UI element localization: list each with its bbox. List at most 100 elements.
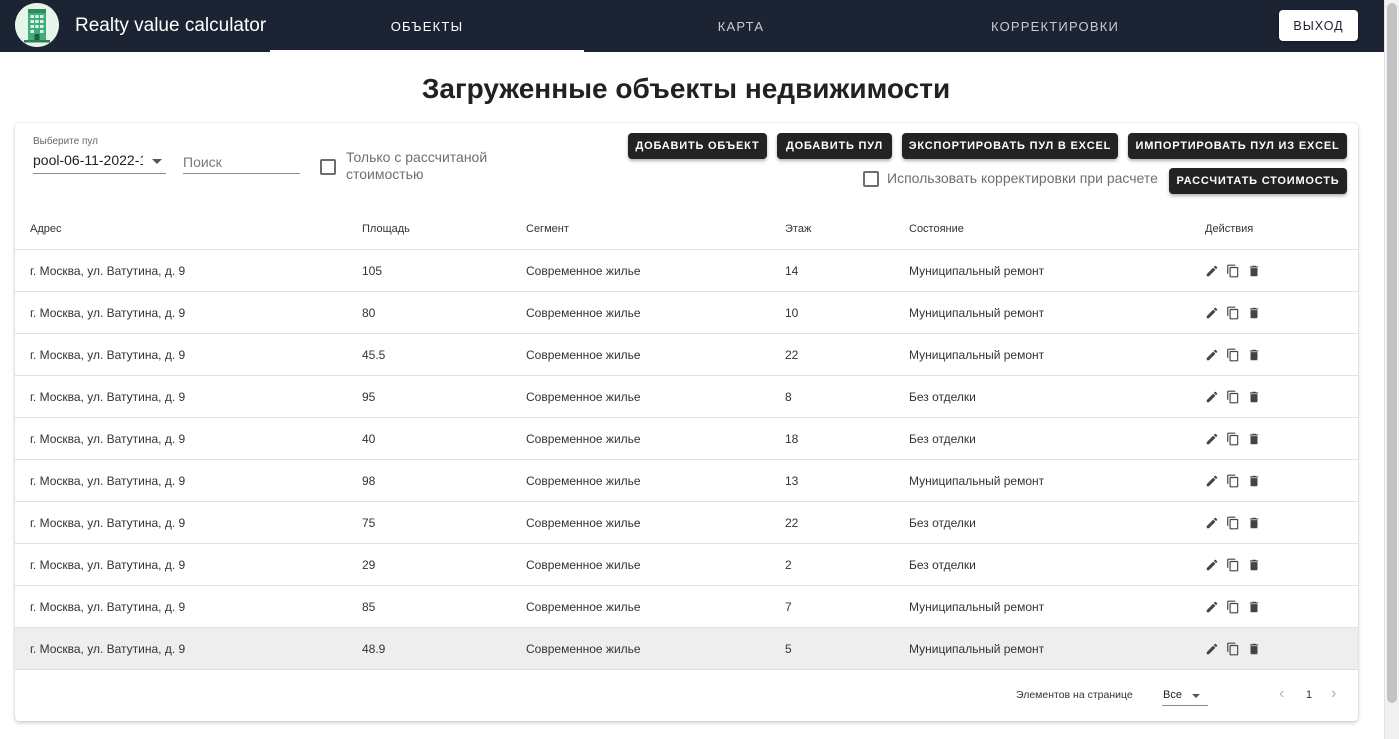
edit-icon[interactable]	[1205, 348, 1219, 362]
page-scrollbar[interactable]	[1384, 0, 1399, 739]
edit-icon[interactable]	[1205, 558, 1219, 572]
table-row[interactable]: г. Москва, ул. Ватутина, д. 9 95 Современн…	[15, 376, 1358, 418]
copy-icon[interactable]	[1226, 306, 1240, 320]
copy-icon[interactable]	[1226, 390, 1240, 404]
delete-icon[interactable]	[1247, 264, 1261, 278]
table-row[interactable]: г. Москва, ул. Ватутина, д. 9 85 Современн…	[15, 586, 1358, 628]
column-header-floor[interactable]: Этаж	[785, 223, 811, 235]
edit-icon[interactable]	[1205, 432, 1219, 446]
search-input[interactable]	[183, 148, 300, 174]
objects-card: Выберите пул pool-06-11-2022-1 Только с …	[15, 123, 1358, 721]
edit-icon[interactable]	[1205, 642, 1219, 656]
table-row[interactable]: г. Москва, ул. Ватутина, д. 9 45.5 Совреме…	[15, 334, 1358, 376]
copy-icon[interactable]	[1226, 264, 1240, 278]
column-header-area[interactable]: Площадь	[362, 223, 410, 235]
add-pool-button[interactable]: ДОБАВИТЬ ПУЛ	[777, 133, 892, 159]
only-calculated-label: Только с рассчитаной стоимостью	[346, 149, 487, 183]
table-row[interactable]: г. Москва, ул. Ватутина, д. 9 98 Современн…	[15, 460, 1358, 502]
row-actions	[1205, 558, 1261, 572]
copy-icon[interactable]	[1226, 516, 1240, 530]
column-header-segment[interactable]: Сегмент	[526, 223, 569, 235]
cell-floor: 5	[785, 642, 792, 656]
delete-icon[interactable]	[1247, 432, 1261, 446]
row-actions	[1205, 600, 1261, 614]
active-tab-indicator	[270, 50, 584, 52]
delete-icon[interactable]	[1247, 558, 1261, 572]
cell-condition: Без отделки	[909, 390, 976, 404]
cell-floor: 22	[785, 348, 799, 362]
column-header-actions: Действия	[1205, 223, 1254, 235]
cell-address: г. Москва, ул. Ватутина, д. 9	[30, 474, 186, 488]
cell-address: г. Москва, ул. Ватутина, д. 9	[30, 642, 186, 656]
copy-icon[interactable]	[1226, 348, 1240, 362]
cell-segment: Современное жилье	[526, 642, 641, 656]
cell-address: г. Москва, ул. Ватутина, д. 9	[30, 390, 186, 404]
per-page-select[interactable]: Все	[1162, 685, 1208, 706]
pool-select-label: Выберите пул	[33, 136, 99, 147]
per-page-label: Элементов на странице	[1016, 689, 1133, 701]
scrollbar-thumb[interactable]	[1387, 3, 1397, 703]
copy-icon[interactable]	[1226, 642, 1240, 656]
cell-address: г. Москва, ул. Ватутина, д. 9	[30, 432, 186, 446]
edit-icon[interactable]	[1205, 600, 1219, 614]
cell-address: г. Москва, ул. Ватутина, д. 9	[30, 558, 186, 572]
cell-area: 48.9	[362, 642, 386, 656]
cell-condition: Муниципальный ремонт	[909, 348, 1045, 362]
delete-icon[interactable]	[1247, 348, 1261, 362]
copy-icon[interactable]	[1226, 600, 1240, 614]
cell-segment: Современное жилье	[526, 306, 641, 320]
cell-segment: Современное жилье	[526, 516, 641, 530]
dropdown-arrow-icon	[1192, 694, 1200, 698]
edit-icon[interactable]	[1205, 264, 1219, 278]
delete-icon[interactable]	[1247, 474, 1261, 488]
cell-condition: Муниципальный ремонт	[909, 600, 1045, 614]
page-title: Загруженные объекты недвижимости	[421, 73, 951, 104]
logout-button[interactable]: ВЫХОД	[1279, 10, 1358, 41]
cell-segment: Современное жилье	[526, 600, 641, 614]
column-header-condition[interactable]: Состояние	[909, 223, 964, 235]
cell-address: г. Москва, ул. Ватутина, д. 9	[30, 516, 186, 530]
cell-address: г. Москва, ул. Ватутина, д. 9	[30, 306, 186, 320]
cell-condition: Муниципальный ремонт	[909, 306, 1045, 320]
tab-map[interactable]: КАРТА	[584, 0, 898, 52]
edit-icon[interactable]	[1205, 306, 1219, 320]
copy-icon[interactable]	[1226, 558, 1240, 572]
column-header-address[interactable]: Адрес	[30, 223, 62, 235]
table-row[interactable]: г. Москва, ул. Ватутина, д. 9 48.9 Совреме…	[15, 628, 1358, 670]
pool-select[interactable]: pool-06-11-2022-1	[33, 149, 166, 174]
table-row[interactable]: г. Москва, ул. Ватутина, д. 9 105 Современ…	[15, 250, 1358, 292]
cell-floor: 18	[785, 432, 799, 446]
import-pool-button[interactable]: ИМПОРТИРОВАТЬ ПУЛ ИЗ EXCEL	[1128, 133, 1347, 159]
use-corrections-checkbox[interactable]	[863, 171, 879, 187]
tab-corrections[interactable]: КОРРЕКТИРОВКИ	[898, 0, 1212, 52]
export-pool-button[interactable]: ЭКСПОРТИРОВАТЬ ПУЛ В EXCEL	[902, 133, 1118, 159]
table-row[interactable]: г. Москва, ул. Ватутина, д. 9 75 Современн…	[15, 502, 1358, 544]
delete-icon[interactable]	[1247, 390, 1261, 404]
cell-segment: Современное жилье	[526, 264, 641, 278]
edit-icon[interactable]	[1205, 516, 1219, 530]
edit-icon[interactable]	[1205, 390, 1219, 404]
delete-icon[interactable]	[1247, 642, 1261, 656]
prev-page-icon[interactable]: ‹	[1279, 685, 1284, 703]
delete-icon[interactable]	[1247, 306, 1261, 320]
pool-select-value: pool-06-11-2022-1	[33, 152, 143, 168]
cell-area: 105	[362, 264, 383, 278]
cell-condition: Без отделки	[909, 558, 976, 572]
row-actions	[1205, 264, 1261, 278]
cell-floor: 7	[785, 600, 792, 614]
calculate-value-button[interactable]: РАССЧИТАТЬ СТОИМОСТЬ	[1169, 168, 1347, 194]
delete-icon[interactable]	[1247, 600, 1261, 614]
add-object-button[interactable]: ДОБАВИТЬ ОБЪЕКТ	[628, 133, 767, 159]
copy-icon[interactable]	[1226, 474, 1240, 488]
copy-icon[interactable]	[1226, 432, 1240, 446]
table-row[interactable]: г. Москва, ул. Ватутина, д. 9 40 Современн…	[15, 418, 1358, 460]
tab-objects[interactable]: ОБЪЕКТЫ	[270, 0, 584, 52]
only-calculated-checkbox[interactable]	[320, 159, 336, 175]
next-page-icon[interactable]: ›	[1331, 685, 1336, 703]
table-row[interactable]: г. Москва, ул. Ватутина, д. 9 29 Современн…	[15, 544, 1358, 586]
edit-icon[interactable]	[1205, 474, 1219, 488]
cell-area: 75	[362, 516, 376, 530]
delete-icon[interactable]	[1247, 516, 1261, 530]
table-row[interactable]: г. Москва, ул. Ватутина, д. 9 80 Современн…	[15, 292, 1358, 334]
cell-floor: 2	[785, 558, 792, 572]
